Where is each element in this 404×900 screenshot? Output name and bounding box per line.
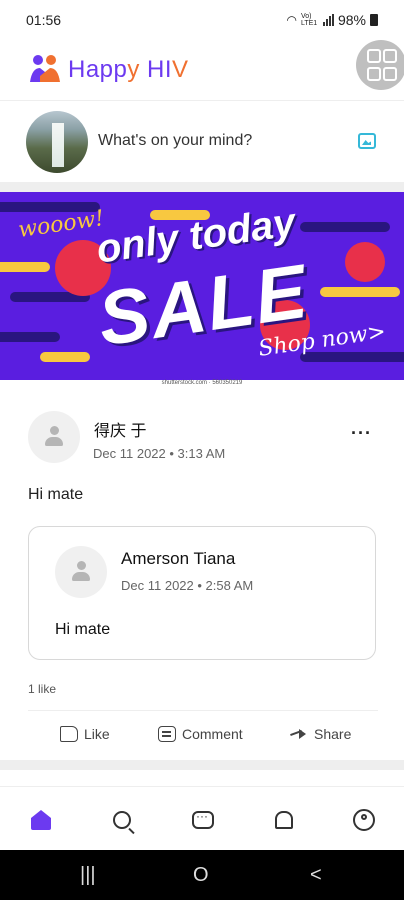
bell-icon — [275, 811, 293, 829]
image-upload-icon[interactable] — [358, 133, 376, 149]
wifi-icon: ◠ — [286, 13, 297, 27]
home-icon — [31, 810, 51, 830]
like-count[interactable]: 1 like — [28, 682, 56, 696]
nav-profile[interactable] — [351, 807, 377, 833]
composer-placeholder[interactable]: What's on your mind? — [98, 132, 252, 150]
nav-notifications[interactable] — [271, 807, 297, 833]
bottom-nav — [0, 786, 404, 851]
comment-label: Comment — [182, 726, 243, 742]
divider — [28, 710, 378, 711]
person-icon — [72, 561, 90, 583]
user-avatar[interactable] — [26, 111, 88, 173]
banner-credit: shutterstock.com · 560350219 — [161, 380, 243, 386]
battery-icon — [370, 14, 378, 26]
grid-icon — [367, 49, 397, 81]
search-icon — [113, 811, 131, 829]
back-button[interactable]: < — [310, 864, 322, 887]
nav-messages[interactable] — [190, 807, 216, 833]
app-title-v: V — [172, 56, 189, 83]
share-icon — [288, 727, 308, 741]
status-time: 01:56 — [26, 12, 62, 28]
comment-button[interactable]: Comment — [158, 726, 243, 742]
post-author-name[interactable]: 得庆 于 — [94, 417, 146, 441]
post-body: Hi mate — [28, 486, 84, 503]
post-author-avatar[interactable] — [28, 411, 80, 463]
more-options-icon[interactable]: ··· — [351, 423, 372, 444]
post-header: 得庆 于 Dec 11 2022 • 3:13 AM ··· — [0, 405, 404, 475]
profile-icon — [353, 809, 375, 831]
status-bar: 01:56 ◠ Vo) LTE1 98% — [0, 0, 404, 40]
app-title-y: y — [127, 56, 140, 83]
battery-label: 98% — [337, 12, 366, 28]
menu-button[interactable] — [356, 40, 404, 90]
like-label: Like — [84, 726, 110, 742]
share-label: Share — [314, 726, 352, 742]
thumbs-up-icon — [60, 726, 78, 742]
like-button[interactable]: Like — [60, 726, 110, 742]
signal-icon — [322, 14, 334, 26]
network-label: Vo) LTE1 — [300, 13, 318, 27]
app-title: Happy HIV — [68, 56, 189, 84]
post-composer[interactable]: What's on your mind? — [0, 100, 404, 183]
sale-banner[interactable]: wooow! only today SALE Shop now> — [0, 192, 404, 380]
system-nav-bar: ||| O < — [0, 850, 404, 900]
shared-post-card[interactable]: Amerson Tiana Dec 11 2022 • 2:58 AM Hi m… — [28, 526, 376, 660]
shared-body: Hi mate — [55, 621, 111, 638]
share-button[interactable]: Share — [288, 726, 351, 742]
shared-timestamp: Dec 11 2022 • 2:58 AM — [121, 578, 254, 593]
app-header: Happy HIV — [0, 40, 404, 100]
section-divider — [0, 182, 404, 192]
shared-author-name[interactable]: Amerson Tiana — [121, 549, 235, 569]
post-actions: Like Comment Share — [0, 720, 404, 752]
home-button[interactable]: O — [193, 864, 209, 887]
app-title-happ: Happ — [68, 56, 128, 83]
chat-icon — [192, 809, 214, 829]
shared-author-avatar[interactable] — [55, 546, 107, 598]
app-title-hi: HI — [147, 56, 173, 83]
comment-icon — [158, 726, 176, 742]
app-logo — [30, 55, 60, 82]
status-icons: ◠ Vo) LTE1 98% — [286, 12, 378, 28]
person-icon — [45, 426, 63, 448]
section-divider — [0, 760, 404, 770]
recents-button[interactable]: ||| — [80, 864, 96, 887]
nav-search[interactable] — [109, 807, 135, 833]
nav-home[interactable] — [28, 807, 54, 833]
post-timestamp: Dec 11 2022 • 3:13 AM — [93, 446, 226, 461]
